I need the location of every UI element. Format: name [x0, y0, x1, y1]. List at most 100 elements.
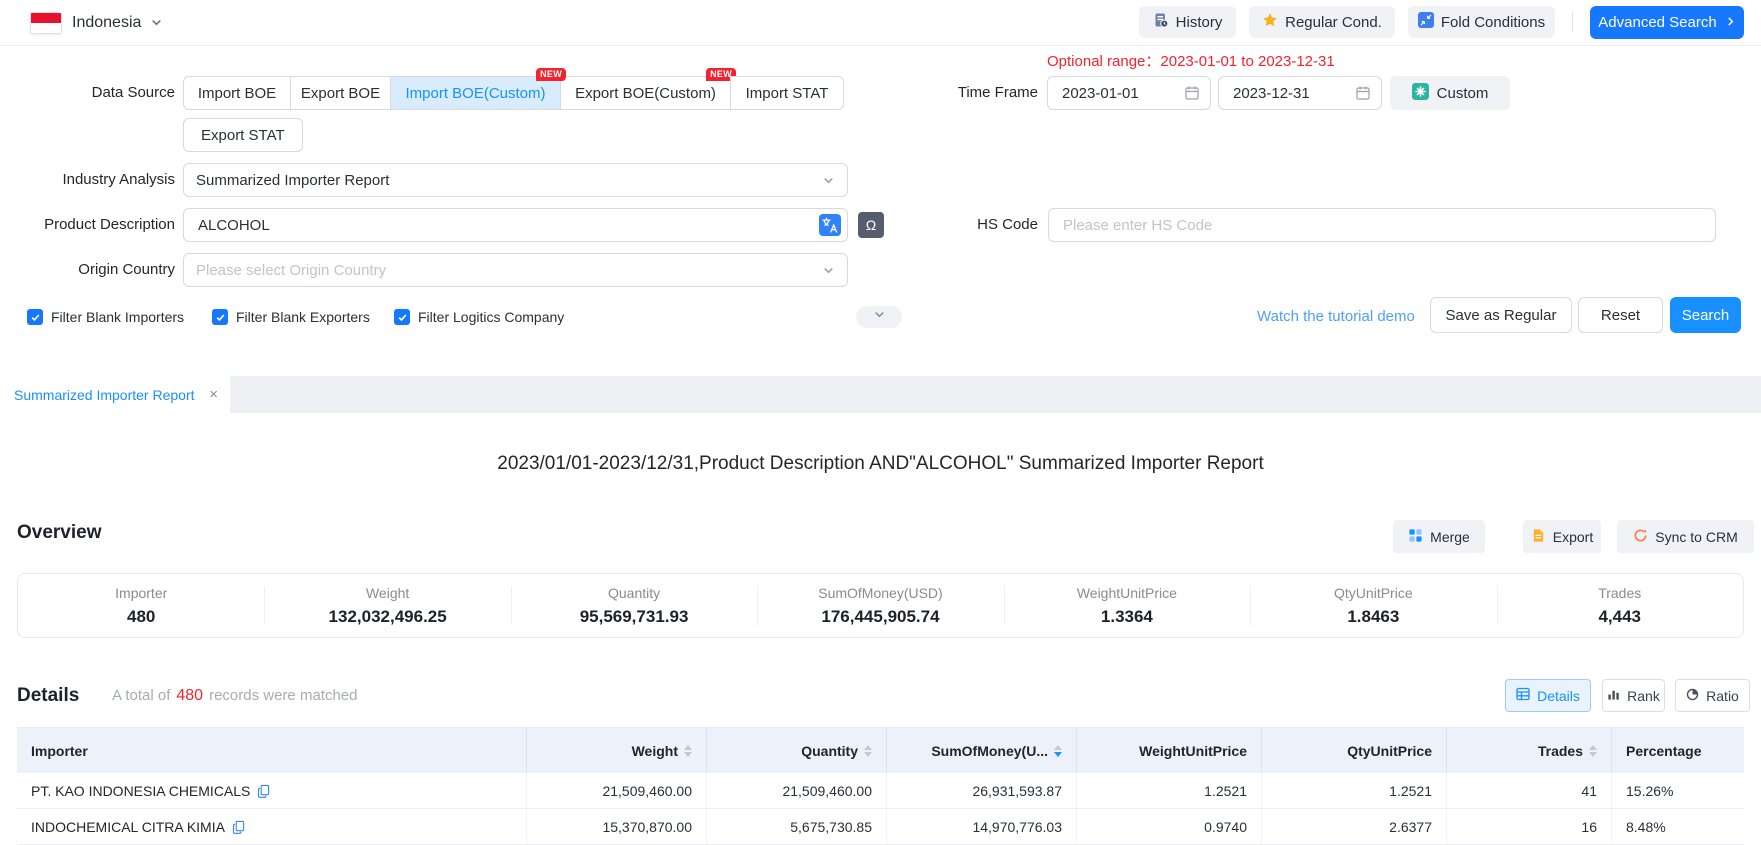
sort-icon[interactable]	[864, 745, 872, 757]
sync-icon	[1633, 528, 1648, 546]
table-row: INDOCHEMICAL CITRA KIMIA 15,370,870.00 5…	[17, 809, 1744, 845]
col-header-trades[interactable]: Trades	[1447, 728, 1612, 773]
tab-import-boe[interactable]: Import BOE	[183, 76, 291, 110]
reset-button[interactable]: Reset	[1578, 297, 1663, 333]
view-ratio-button[interactable]: Ratio	[1675, 679, 1750, 712]
col-header-sum-of-money[interactable]: SumOfMoney(U...	[887, 728, 1077, 773]
country-selector[interactable]: Indonesia	[72, 0, 141, 45]
calendar-icon[interactable]	[1184, 85, 1200, 101]
cell-weight-unit-price: 0.9740	[1077, 809, 1262, 844]
chevron-right-icon	[1725, 14, 1736, 31]
importer-name[interactable]: INDOCHEMICAL CITRA KIMIA	[31, 819, 225, 835]
calendar-icon[interactable]	[1355, 85, 1371, 101]
save-as-regular-button[interactable]: Save as Regular	[1430, 297, 1572, 333]
collapse-conditions-button[interactable]	[856, 306, 902, 328]
details-table: Importer Weight Quantity SumOfMoney(U...…	[17, 727, 1744, 845]
search-button[interactable]: Search	[1670, 297, 1741, 333]
table-header: Importer Weight Quantity SumOfMoney(U...…	[17, 727, 1744, 773]
fold-conditions-button[interactable]: Fold Conditions	[1408, 6, 1555, 38]
custom-label: Custom	[1437, 85, 1489, 102]
view-rank-button[interactable]: Rank	[1602, 679, 1665, 712]
merge-button[interactable]: Merge	[1393, 520, 1485, 553]
custom-icon	[1412, 83, 1429, 104]
optional-range-hint: Optional range：2023-01-01 to 2023-12-31	[1047, 50, 1335, 71]
details-heading: Details	[17, 679, 79, 713]
regular-cond-button[interactable]: Regular Cond.	[1249, 6, 1395, 38]
filter-logistics-company-checkbox[interactable]: Filter Logitics Company	[394, 300, 564, 334]
cell-qty-unit-price: 2.6377	[1262, 809, 1447, 844]
history-button[interactable]: History	[1139, 6, 1236, 38]
cell-percentage: 8.48%	[1612, 809, 1742, 844]
hs-code-label: HS Code	[880, 208, 1038, 242]
col-header-weight[interactable]: Weight	[527, 728, 707, 773]
checkbox-checked-icon[interactable]	[394, 309, 410, 325]
filter-blank-importers-checkbox[interactable]: Filter Blank Importers	[27, 300, 184, 334]
data-source-label: Data Source	[0, 76, 175, 110]
cell-quantity: 21,509,460.00	[707, 773, 887, 808]
importer-name[interactable]: PT. KAO INDONESIA CHEMICALS	[31, 783, 250, 799]
export-button[interactable]: Export	[1523, 520, 1601, 553]
top-bar: Indonesia History Regular Cond. Fold Con…	[0, 0, 1761, 46]
tutorial-demo-link[interactable]: Watch the tutorial demo	[1257, 300, 1415, 334]
stat-importer: Importer480	[18, 574, 264, 637]
tab-import-stat[interactable]: Import STAT	[730, 76, 844, 110]
history-icon	[1153, 12, 1169, 32]
cell-sum-of-money: 14,970,776.03	[887, 809, 1077, 844]
match-count: 480	[170, 687, 209, 704]
stat-quantity: Quantity95,569,731.93	[511, 574, 757, 637]
sort-icon[interactable]	[1589, 745, 1597, 757]
hs-code-input[interactable]	[1048, 208, 1716, 242]
chevron-down-icon[interactable]	[150, 16, 163, 34]
match-count-text: A total of480records were matched	[112, 679, 357, 713]
cell-qty-unit-price: 1.2521	[1262, 773, 1447, 808]
star-icon	[1262, 12, 1278, 32]
data-source-tabs: Import BOE Export BOE Import BOE(Custom)…	[183, 76, 844, 110]
fold-conditions-label: Fold Conditions	[1441, 14, 1545, 31]
col-header-weight-unit-price: WeightUnitPrice	[1077, 728, 1262, 773]
new-badge: NEW	[536, 68, 566, 81]
end-date-value[interactable]	[1231, 84, 1353, 103]
translate-icon[interactable]	[819, 214, 841, 236]
advanced-search-label: Advanced Search	[1598, 14, 1716, 31]
sync-to-crm-button[interactable]: Sync to CRM	[1617, 520, 1754, 553]
copy-icon[interactable]	[257, 784, 270, 798]
checkbox-checked-icon[interactable]	[212, 309, 228, 325]
advanced-search-button[interactable]: Advanced Search	[1590, 6, 1744, 39]
view-details-button[interactable]: Details	[1505, 679, 1591, 712]
start-date-value[interactable]	[1060, 84, 1182, 103]
hs-code-value[interactable]	[1061, 216, 1715, 235]
cell-sum-of-money: 26,931,593.87	[887, 773, 1077, 808]
filter-blank-exporters-checkbox[interactable]: Filter Blank Exporters	[212, 300, 370, 334]
cell-trades: 16	[1447, 809, 1612, 844]
checkbox-checked-icon[interactable]	[27, 309, 43, 325]
origin-country-label: Origin Country	[0, 253, 175, 287]
start-date-input[interactable]	[1047, 76, 1211, 110]
sort-icon-active-desc[interactable]	[1054, 745, 1062, 757]
bar-chart-icon	[1607, 688, 1620, 704]
sort-icon[interactable]	[684, 745, 692, 757]
custom-range-button[interactable]: Custom	[1390, 76, 1510, 110]
trade-data-app: { "topbar": { "country": "Indonesia", "h…	[0, 0, 1761, 838]
cell-trades: 41	[1447, 773, 1612, 808]
product-description-value[interactable]	[196, 216, 819, 235]
result-tab-title: Summarized Importer Report	[14, 387, 195, 403]
time-frame-label: Time Frame	[880, 76, 1038, 110]
col-header-percentage: Percentage	[1612, 728, 1742, 773]
chevron-down-icon	[822, 264, 835, 277]
origin-country-select[interactable]: Please select Origin Country	[183, 253, 848, 287]
col-header-quantity[interactable]: Quantity	[707, 728, 887, 773]
history-label: History	[1176, 14, 1223, 31]
fold-icon	[1418, 12, 1434, 32]
tab-export-boe[interactable]: Export BOE	[290, 76, 391, 110]
tab-import-boe-custom[interactable]: Import BOE(Custom) NEW	[390, 76, 561, 110]
close-icon[interactable]: ×	[209, 386, 218, 403]
tab-summarized-importer-report[interactable]: Summarized Importer Report ×	[0, 376, 230, 413]
end-date-input[interactable]	[1218, 76, 1382, 110]
copy-icon[interactable]	[232, 820, 245, 834]
product-description-label: Product Description	[0, 208, 175, 242]
tab-export-stat[interactable]: Export STAT	[183, 118, 303, 152]
overview-stats-card: Importer480 Weight132,032,496.25 Quantit…	[17, 573, 1744, 638]
tab-export-boe-custom[interactable]: Export BOE(Custom) NEW	[560, 76, 731, 110]
industry-analysis-select[interactable]: Summarized Importer Report	[183, 163, 848, 197]
product-description-input[interactable]	[183, 208, 848, 242]
